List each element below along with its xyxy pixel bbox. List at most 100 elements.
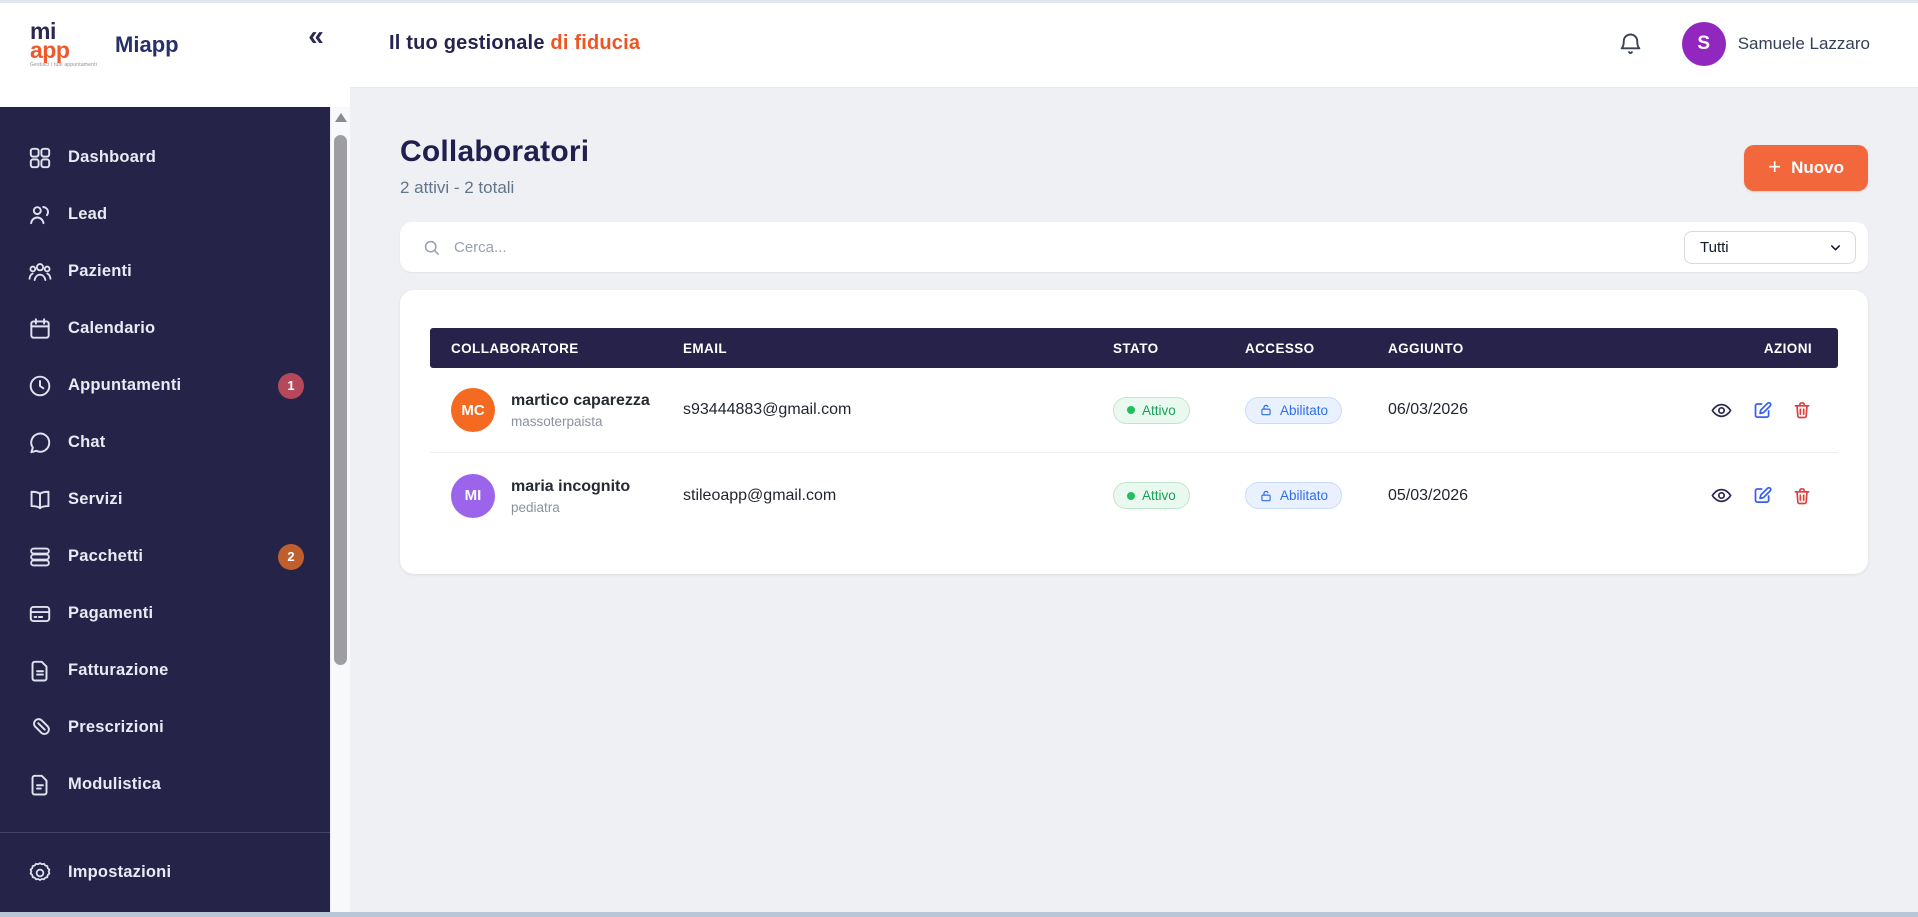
sidebar-item-impostazioni[interactable]: Impostazioni [0, 844, 330, 901]
form-document-icon [27, 772, 53, 798]
sidebar-scrollbar[interactable] [330, 107, 350, 912]
sidebar-item-appuntamenti[interactable]: Appuntamenti 1 [0, 357, 330, 414]
new-button-label: Nuovo [1791, 158, 1844, 177]
top-header: Il tuo gestionale di fiducia S Samuele L… [350, 0, 1918, 88]
lock-open-icon [1261, 490, 1271, 501]
tagline-accent: di fiducia [550, 32, 641, 54]
collaborator-email: s93444883@gmail.com [683, 401, 852, 418]
sidebar-item-label: Appuntamenti [68, 376, 182, 394]
delete-icon[interactable] [1792, 486, 1812, 506]
avatar: MC [451, 388, 495, 432]
added-date: 05/03/2026 [1388, 486, 1469, 504]
sidebar-item-modulistica[interactable]: Modulistica [0, 756, 330, 813]
patients-group-icon [27, 259, 53, 285]
chevron-down-icon [1828, 240, 1843, 255]
sidebar-item-calendario[interactable]: Calendario [0, 300, 330, 357]
sidebar-header: mi app Gestisci i tuoi appuntamenti Miap… [0, 0, 350, 107]
delete-icon[interactable] [1792, 400, 1812, 420]
column-header: AZIONI [1763, 340, 1812, 356]
status-badge: Attivo [1113, 396, 1190, 424]
search-icon [422, 238, 441, 257]
sidebar-item-pagamenti[interactable]: Pagamenti [0, 585, 330, 642]
logo-mark: mi app [30, 20, 97, 63]
sidebar-item-label: Servizi [68, 490, 123, 508]
user-name[interactable]: Samuele Lazzaro [1738, 34, 1870, 54]
status-label: Attivo [1142, 402, 1176, 418]
access-label: Abilitato [1280, 402, 1329, 418]
page-title: Collaboratori [400, 135, 590, 168]
collaborators-table-card: COLLABORATORE EMAIL STATO ACCESSO AGGIUN… [400, 290, 1868, 574]
lead-person-icon [27, 202, 53, 228]
sidebar-item-label: Lead [68, 205, 108, 223]
chat-bubble-icon [27, 430, 53, 456]
view-icon[interactable] [1710, 484, 1733, 507]
sidebar-item-label: Dashboard [68, 148, 156, 166]
app-logo[interactable]: mi app Gestisci i tuoi appuntamenti Miap… [30, 20, 179, 68]
column-header: COLLABORATORE [451, 340, 579, 356]
logo-text-app: app [30, 36, 70, 63]
collaborator-name: maria incognito [511, 477, 631, 495]
sidebar-item-label: Calendario [68, 319, 156, 337]
access-badge[interactable]: Abilitato [1245, 482, 1343, 509]
clock-icon [27, 373, 53, 399]
collaborator-role: pediatra [511, 499, 560, 515]
collaborator-email: stileoapp@gmail.com [683, 486, 837, 504]
search-filter-bar: Tutti [400, 222, 1868, 272]
edit-icon[interactable] [1752, 485, 1773, 506]
window-top-edge [0, 0, 1918, 3]
sidebar: Dashboard Lead Pazienti Calendario Appun… [0, 107, 330, 917]
notification-badge: 2 [278, 543, 304, 570]
avatar: MI [451, 473, 495, 518]
view-icon[interactable] [1710, 399, 1733, 422]
access-label: Abilitato [1280, 488, 1329, 503]
sidebar-item-servizi[interactable]: Servizi [0, 471, 330, 528]
sidebar-item-prescrizioni[interactable]: Prescrizioni [0, 699, 330, 756]
table-row: MI maria incognito pediatra stileoapp@gm… [430, 453, 1838, 538]
calendar-icon [27, 316, 53, 342]
sidebar-item-chat[interactable]: Chat [0, 414, 330, 471]
open-book-icon [27, 487, 53, 513]
search-input[interactable] [454, 238, 1684, 256]
page-subtitle: 2 attivi - 2 totali [400, 178, 515, 197]
edit-icon[interactable] [1752, 400, 1773, 421]
added-date: 06/03/2026 [1388, 401, 1469, 418]
sidebar-item-label: Pazienti [68, 262, 132, 280]
sidebar-item-pazienti[interactable]: Pazienti [0, 243, 330, 300]
scrollbar-up-arrow-icon[interactable] [334, 113, 347, 122]
access-badge[interactable]: Abilitato [1245, 396, 1343, 424]
app-name: Miapp [115, 31, 179, 57]
sidebar-nav-list: Dashboard Lead Pazienti Calendario Appun… [0, 107, 330, 813]
new-collaborator-button[interactable]: + Nuovo [1744, 145, 1868, 191]
sidebar-item-lead[interactable]: Lead [0, 186, 330, 243]
sidebar-item-label: Prescrizioni [68, 718, 164, 736]
header-tagline: Il tuo gestionale di fiducia [389, 32, 640, 55]
sidebar-item-pacchetti[interactable]: Pacchetti 2 [0, 528, 330, 585]
sidebar-item-label: Fatturazione [68, 661, 169, 679]
status-dot-icon [1127, 491, 1135, 500]
sidebar-item-label: Pagamenti [68, 604, 154, 622]
status-dot-icon [1127, 406, 1135, 414]
user-avatar[interactable]: S [1681, 21, 1726, 66]
sidebar-item-fatturazione[interactable]: Fatturazione [0, 642, 330, 699]
sidebar-collapse-button[interactable]: « [298, 18, 334, 54]
window-bottom-edge [0, 912, 1918, 917]
invoice-document-icon [27, 658, 53, 684]
sidebar-item-label: Impostazioni [68, 863, 172, 881]
sidebar-item-label: Chat [68, 433, 106, 451]
column-header: EMAIL [683, 340, 727, 356]
dashboard-grid-icon [27, 145, 53, 171]
filter-select[interactable]: Tutti [1684, 230, 1856, 264]
logo-tagline: Gestisci i tuoi appuntamenti [30, 61, 98, 68]
column-header: STATO [1113, 340, 1159, 356]
tagline-main: Il tuo gestionale [389, 32, 545, 54]
sidebar-bottom-section: Impostazioni [0, 832, 330, 912]
sidebar-item-dashboard[interactable]: Dashboard [0, 129, 330, 186]
lock-open-icon [1261, 404, 1271, 416]
stack-icon [27, 544, 53, 570]
status-label: Attivo [1142, 488, 1176, 503]
pill-icon [27, 715, 53, 741]
notifications-bell-icon[interactable] [1617, 30, 1644, 57]
scrollbar-thumb[interactable] [334, 135, 347, 665]
table-header-row: COLLABORATORE EMAIL STATO ACCESSO AGGIUN… [430, 328, 1838, 368]
filter-selected-value: Tutti [1700, 238, 1729, 256]
